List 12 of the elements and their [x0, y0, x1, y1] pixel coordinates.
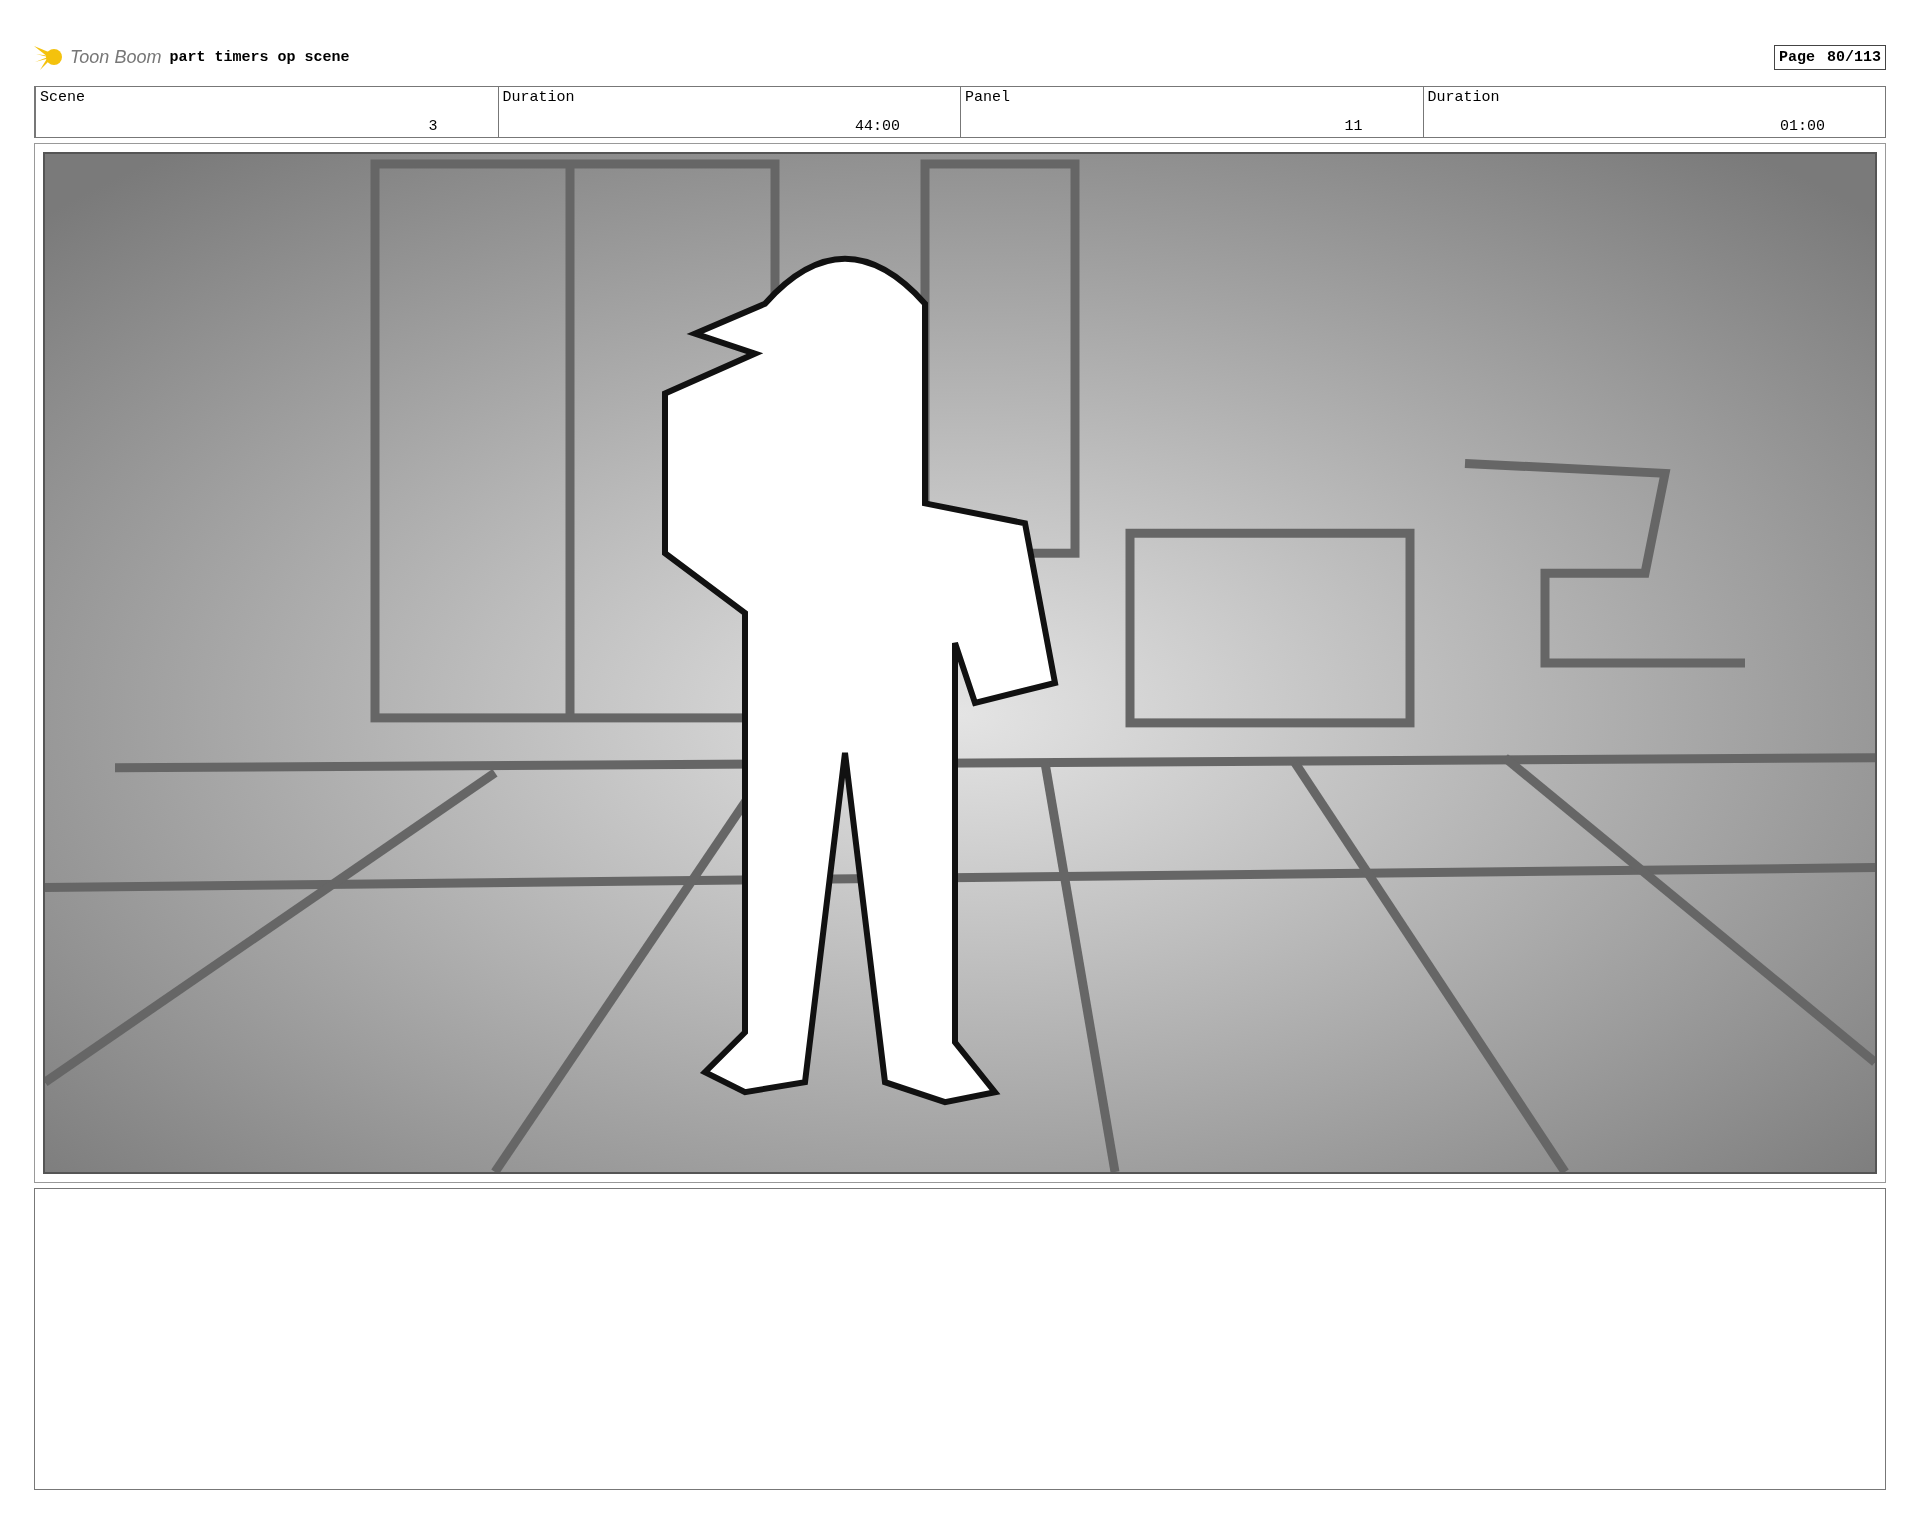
field-value: 11 — [1344, 118, 1363, 135]
page-label: Page — [1778, 48, 1815, 66]
field-value: 01:00 — [1780, 118, 1825, 135]
page-number: 80/113 — [1827, 48, 1881, 66]
field-label: Panel — [965, 89, 1011, 106]
field-label: Duration — [1427, 89, 1501, 106]
logo-text: Toon Boom — [70, 46, 162, 68]
field-value: 44:00 — [855, 118, 900, 135]
field-label: Duration — [502, 89, 576, 106]
document-title: part timers op scene — [169, 48, 350, 66]
field-value: 3 — [428, 118, 438, 135]
field-label: Scene — [40, 89, 86, 106]
